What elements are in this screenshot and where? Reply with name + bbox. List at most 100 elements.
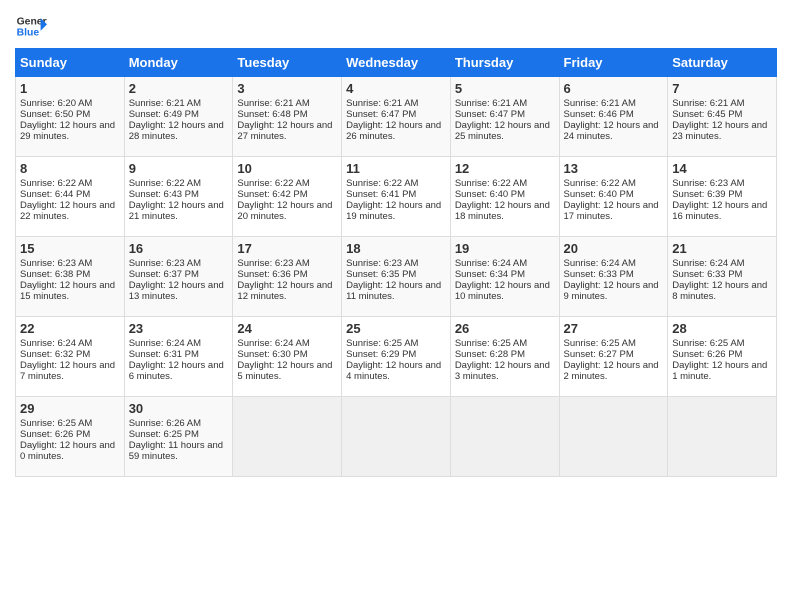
sunset: Sunset: 6:28 PM — [455, 349, 525, 360]
calendar-day-cell: 24Sunrise: 6:24 AMSunset: 6:30 PMDayligh… — [233, 317, 342, 397]
sunset: Sunset: 6:48 PM — [237, 109, 307, 120]
calendar-day-cell: 13Sunrise: 6:22 AMSunset: 6:40 PMDayligh… — [559, 157, 668, 237]
calendar-day-cell: 7Sunrise: 6:21 AMSunset: 6:45 PMDaylight… — [668, 77, 777, 157]
calendar-day-cell — [559, 397, 668, 477]
day-number: 1 — [20, 81, 120, 96]
weekday-header-friday: Friday — [559, 49, 668, 77]
calendar-day-cell: 23Sunrise: 6:24 AMSunset: 6:31 PMDayligh… — [124, 317, 233, 397]
sunrise: Sunrise: 6:24 AM — [672, 258, 744, 269]
sunset: Sunset: 6:35 PM — [346, 269, 416, 280]
daylight-label: Daylight: 12 hours and 24 minutes. — [564, 120, 659, 142]
daylight-label: Daylight: 12 hours and 1 minute. — [672, 360, 767, 382]
day-number: 30 — [129, 401, 229, 416]
sunrise: Sunrise: 6:24 AM — [455, 258, 527, 269]
calendar-day-cell: 29Sunrise: 6:25 AMSunset: 6:26 PMDayligh… — [16, 397, 125, 477]
sunrise: Sunrise: 6:22 AM — [129, 178, 201, 189]
sunrise: Sunrise: 6:26 AM — [129, 418, 201, 429]
calendar-day-cell: 18Sunrise: 6:23 AMSunset: 6:35 PMDayligh… — [342, 237, 451, 317]
calendar-day-cell: 8Sunrise: 6:22 AMSunset: 6:44 PMDaylight… — [16, 157, 125, 237]
day-number: 10 — [237, 161, 337, 176]
daylight-label: Daylight: 12 hours and 28 minutes. — [129, 120, 224, 142]
sunset: Sunset: 6:41 PM — [346, 189, 416, 200]
logo: General Blue — [15, 10, 47, 42]
daylight-label: Daylight: 12 hours and 29 minutes. — [20, 120, 115, 142]
calendar-day-cell: 6Sunrise: 6:21 AMSunset: 6:46 PMDaylight… — [559, 77, 668, 157]
sunset: Sunset: 6:32 PM — [20, 349, 90, 360]
day-number: 5 — [455, 81, 555, 96]
calendar-day-cell: 19Sunrise: 6:24 AMSunset: 6:34 PMDayligh… — [450, 237, 559, 317]
calendar-day-cell: 22Sunrise: 6:24 AMSunset: 6:32 PMDayligh… — [16, 317, 125, 397]
calendar-week-row: 22Sunrise: 6:24 AMSunset: 6:32 PMDayligh… — [16, 317, 777, 397]
sunrise: Sunrise: 6:22 AM — [20, 178, 92, 189]
sunset: Sunset: 6:27 PM — [564, 349, 634, 360]
day-number: 26 — [455, 321, 555, 336]
day-number: 22 — [20, 321, 120, 336]
day-number: 29 — [20, 401, 120, 416]
weekday-header-sunday: Sunday — [16, 49, 125, 77]
sunset: Sunset: 6:31 PM — [129, 349, 199, 360]
daylight-label: Daylight: 12 hours and 6 minutes. — [129, 360, 224, 382]
calendar-day-cell: 21Sunrise: 6:24 AMSunset: 6:33 PMDayligh… — [668, 237, 777, 317]
calendar-day-cell: 5Sunrise: 6:21 AMSunset: 6:47 PMDaylight… — [450, 77, 559, 157]
sunset: Sunset: 6:47 PM — [346, 109, 416, 120]
calendar-day-cell: 12Sunrise: 6:22 AMSunset: 6:40 PMDayligh… — [450, 157, 559, 237]
sunset: Sunset: 6:25 PM — [129, 429, 199, 440]
sunset: Sunset: 6:40 PM — [455, 189, 525, 200]
sunset: Sunset: 6:43 PM — [129, 189, 199, 200]
daylight-label: Daylight: 12 hours and 3 minutes. — [455, 360, 550, 382]
sunrise: Sunrise: 6:25 AM — [455, 338, 527, 349]
sunrise: Sunrise: 6:23 AM — [672, 178, 744, 189]
day-number: 18 — [346, 241, 446, 256]
day-number: 23 — [129, 321, 229, 336]
sunset: Sunset: 6:39 PM — [672, 189, 742, 200]
day-number: 28 — [672, 321, 772, 336]
daylight-label: Daylight: 12 hours and 10 minutes. — [455, 280, 550, 302]
day-number: 4 — [346, 81, 446, 96]
calendar-day-cell: 14Sunrise: 6:23 AMSunset: 6:39 PMDayligh… — [668, 157, 777, 237]
daylight-label: Daylight: 12 hours and 9 minutes. — [564, 280, 659, 302]
sunset: Sunset: 6:46 PM — [564, 109, 634, 120]
daylight-label: Daylight: 12 hours and 21 minutes. — [129, 200, 224, 222]
sunrise: Sunrise: 6:21 AM — [129, 98, 201, 109]
sunrise: Sunrise: 6:25 AM — [346, 338, 418, 349]
calendar-table: SundayMondayTuesdayWednesdayThursdayFrid… — [15, 48, 777, 477]
sunset: Sunset: 6:26 PM — [20, 429, 90, 440]
sunrise: Sunrise: 6:24 AM — [564, 258, 636, 269]
calendar-day-cell: 11Sunrise: 6:22 AMSunset: 6:41 PMDayligh… — [342, 157, 451, 237]
calendar-day-cell: 4Sunrise: 6:21 AMSunset: 6:47 PMDaylight… — [342, 77, 451, 157]
day-number: 3 — [237, 81, 337, 96]
day-number: 6 — [564, 81, 664, 96]
sunrise: Sunrise: 6:22 AM — [455, 178, 527, 189]
daylight-label: Daylight: 12 hours and 7 minutes. — [20, 360, 115, 382]
daylight-label: Daylight: 12 hours and 22 minutes. — [20, 200, 115, 222]
calendar-day-cell: 15Sunrise: 6:23 AMSunset: 6:38 PMDayligh… — [16, 237, 125, 317]
calendar-day-cell: 3Sunrise: 6:21 AMSunset: 6:48 PMDaylight… — [233, 77, 342, 157]
sunset: Sunset: 6:29 PM — [346, 349, 416, 360]
calendar-day-cell: 9 Sunrise: 6:22 AMSunset: 6:43 PMDaylight… — [124, 157, 233, 237]
day-number: 12 — [455, 161, 555, 176]
sunset: Sunset: 6:45 PM — [672, 109, 742, 120]
logo-icon: General Blue — [15, 10, 47, 42]
daylight-label: Daylight: 12 hours and 15 minutes. — [20, 280, 115, 302]
sunrise: Sunrise: 6:23 AM — [20, 258, 92, 269]
calendar-day-cell: 2Sunrise: 6:21 AMSunset: 6:49 PMDaylight… — [124, 77, 233, 157]
sunrise: Sunrise: 6:25 AM — [20, 418, 92, 429]
calendar-day-cell: 10Sunrise: 6:22 AMSunset: 6:42 PMDayligh… — [233, 157, 342, 237]
daylight-label: Daylight: 12 hours and 12 minutes. — [237, 280, 332, 302]
calendar-week-row: 1Sunrise: 6:20 AMSunset: 6:50 PMDaylight… — [16, 77, 777, 157]
calendar-day-cell — [668, 397, 777, 477]
daylight-label: Daylight: 12 hours and 11 minutes. — [346, 280, 441, 302]
calendar-day-cell: 17Sunrise: 6:23 AMSunset: 6:36 PMDayligh… — [233, 237, 342, 317]
calendar-day-cell — [233, 397, 342, 477]
daylight-label: Daylight: 12 hours and 20 minutes. — [237, 200, 332, 222]
day-number: 13 — [564, 161, 664, 176]
calendar-day-cell: 20Sunrise: 6:24 AMSunset: 6:33 PMDayligh… — [559, 237, 668, 317]
day-number: 25 — [346, 321, 446, 336]
calendar-day-cell — [450, 397, 559, 477]
daylight-label: Daylight: 12 hours and 8 minutes. — [672, 280, 767, 302]
daylight-label: Daylight: 12 hours and 2 minutes. — [564, 360, 659, 382]
day-number: 9 — [129, 161, 229, 176]
weekday-header-wednesday: Wednesday — [342, 49, 451, 77]
day-number: 21 — [672, 241, 772, 256]
sunrise: Sunrise: 6:23 AM — [237, 258, 309, 269]
